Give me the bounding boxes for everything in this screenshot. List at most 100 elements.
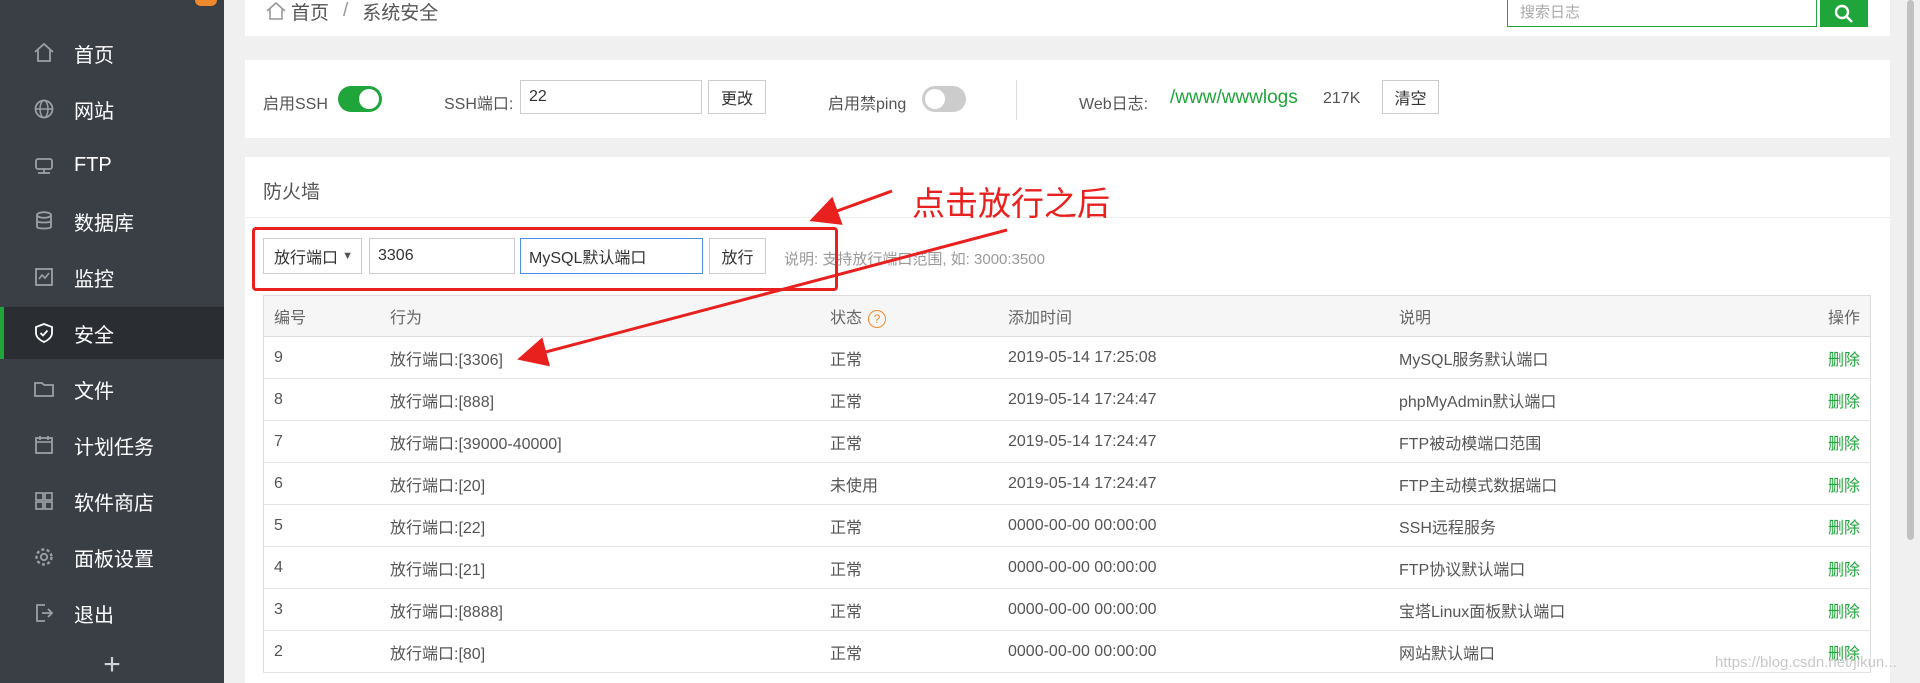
delete-link[interactable]: 删除 bbox=[1770, 546, 1871, 589]
delete-link[interactable]: 删除 bbox=[1770, 378, 1871, 421]
delete-link[interactable]: 删除 bbox=[1770, 420, 1871, 463]
delete-button[interactable]: 删除 bbox=[1828, 436, 1860, 453]
delete-button[interactable]: 删除 bbox=[1828, 520, 1860, 537]
sidebar-item-4[interactable]: 监控 bbox=[0, 251, 224, 303]
delete-button[interactable]: 删除 bbox=[1828, 604, 1860, 621]
ssh-port-input[interactable] bbox=[520, 80, 702, 114]
rule-status: 正常 bbox=[820, 630, 998, 673]
search-icon bbox=[1834, 4, 1853, 23]
col-op: 操作 bbox=[1770, 295, 1871, 337]
search-button[interactable] bbox=[1820, 0, 1868, 27]
rule-action: 放行端口:[22] bbox=[380, 504, 820, 547]
sidebar-item-label: 首页 bbox=[74, 44, 114, 67]
toggle-knob bbox=[359, 89, 379, 109]
scrollbar[interactable] bbox=[1900, 0, 1920, 683]
rule-status: 正常 bbox=[820, 504, 998, 547]
delete-link[interactable]: 删除 bbox=[1770, 504, 1871, 547]
weblog-size: 217K bbox=[1323, 90, 1361, 107]
sidebar-item-label: 数据库 bbox=[74, 212, 134, 235]
breadcrumb-separator: / bbox=[343, 0, 349, 21]
rule-action: 放行端口:[8888] bbox=[380, 588, 820, 631]
rule-time: 0000-00-00 00:00:00 bbox=[998, 588, 1389, 631]
search-input[interactable] bbox=[1518, 0, 1772, 24]
rule-action: 放行端口:[20] bbox=[380, 462, 820, 505]
globe-icon bbox=[32, 97, 56, 121]
ssh-toggle[interactable] bbox=[338, 86, 382, 112]
rule-action: 放行端口:[80] bbox=[380, 630, 820, 673]
rule-status: 正常 bbox=[820, 546, 998, 589]
rule-time: 0000-00-00 00:00:00 bbox=[998, 504, 1389, 547]
change-port-button[interactable]: 更改 bbox=[708, 80, 766, 114]
sidebar-item-5[interactable]: 安全 bbox=[0, 307, 224, 359]
rule-id: 9 bbox=[263, 336, 380, 379]
delete-link[interactable]: 删除 bbox=[1770, 336, 1871, 379]
rule-action: 放行端口:[21] bbox=[380, 546, 820, 589]
rule-status: 正常 bbox=[820, 336, 998, 379]
col-id: 编号 bbox=[263, 295, 380, 337]
divider bbox=[1016, 80, 1017, 120]
table-row: 5 放行端口:[22] 正常 0000-00-00 00:00:00 SSH远程服务 删除 bbox=[263, 504, 1871, 547]
table-header-row: 编号 行为 状态? 添加时间 说明 操作 bbox=[263, 295, 1871, 337]
sidebar-item-0[interactable]: 首页 bbox=[0, 27, 224, 79]
delete-button[interactable]: 删除 bbox=[1828, 478, 1860, 495]
gear-icon bbox=[32, 545, 56, 569]
rule-action: 放行端口:[39000-40000] bbox=[380, 420, 820, 463]
rule-action: 放行端口:[888] bbox=[380, 378, 820, 421]
folder-icon bbox=[32, 377, 56, 401]
add-button[interactable]: + bbox=[0, 650, 224, 683]
rule-action: 放行端口:[3306] bbox=[380, 336, 820, 379]
ftp-icon bbox=[32, 153, 56, 177]
rule-time: 0000-00-00 00:00:00 bbox=[998, 546, 1389, 589]
help-icon[interactable]: ? bbox=[868, 309, 887, 328]
col-status: 状态? bbox=[820, 295, 998, 337]
sidebar-item-label: 网站 bbox=[74, 100, 114, 123]
sidebar-item-label: 软件商店 bbox=[74, 492, 154, 515]
weblog-label: Web日志: bbox=[1079, 96, 1149, 113]
scrollbar-thumb[interactable] bbox=[1907, 0, 1914, 540]
rule-time: 2019-05-14 17:24:47 bbox=[998, 378, 1389, 421]
rule-id: 4 bbox=[263, 546, 380, 589]
sidebar-item-label: 计划任务 bbox=[74, 436, 154, 459]
sidebar-item-7[interactable]: 计划任务 bbox=[0, 419, 224, 471]
home-icon[interactable] bbox=[265, 1, 287, 21]
ping-label: 启用禁ping bbox=[828, 96, 907, 113]
delete-link[interactable]: 删除 bbox=[1770, 588, 1871, 631]
sidebar-item-1[interactable]: 网站 bbox=[0, 83, 224, 135]
sidebar-item-label: 安全 bbox=[74, 324, 114, 347]
ping-toggle[interactable] bbox=[922, 86, 966, 112]
sidebar-item-label: FTP bbox=[74, 153, 112, 176]
sidebar-item-3[interactable]: 数据库 bbox=[0, 195, 224, 247]
ssh-enable-label: 启用SSH bbox=[263, 96, 328, 113]
clear-log-button[interactable]: 清空 bbox=[1382, 80, 1439, 114]
sidebar-item-10[interactable]: 退出 bbox=[0, 587, 224, 639]
sidebar: 首页网站 FTP 数据库监控安全文件计划任务软件商店面板设置 退出 + bbox=[0, 0, 224, 683]
rule-time: 2019-05-14 17:24:47 bbox=[998, 420, 1389, 463]
rule-desc: MySQL服务默认端口 bbox=[1389, 336, 1770, 379]
col-action: 行为 bbox=[380, 295, 820, 337]
delete-button[interactable]: 删除 bbox=[1828, 352, 1860, 369]
rule-desc: 宝塔Linux面板默认端口 bbox=[1389, 588, 1770, 631]
table-row: 2 放行端口:[80] 正常 0000-00-00 00:00:00 网站默认端口 删除 bbox=[263, 630, 1871, 673]
table-row: 8 放行端口:[888] 正常 2019-05-14 17:24:47 phpMyAdm… bbox=[263, 378, 1871, 421]
delete-button[interactable]: 删除 bbox=[1828, 394, 1860, 411]
search-box bbox=[1507, 0, 1817, 27]
delete-button[interactable]: 删除 bbox=[1828, 562, 1860, 579]
weblog-path[interactable]: /www/wwwlogs bbox=[1170, 87, 1298, 109]
rule-status: 正常 bbox=[820, 420, 998, 463]
breadcrumb-home[interactable]: 首页 bbox=[291, 0, 329, 25]
firewall-title: 防火墙 bbox=[263, 182, 321, 203]
breadcrumb: 首页 / 系统安全 bbox=[265, 0, 438, 25]
sidebar-item-6[interactable]: 文件 bbox=[0, 363, 224, 415]
col-status-label: 状态 bbox=[830, 310, 863, 327]
notification-badge bbox=[195, 0, 217, 6]
rule-time: 2019-05-14 17:25:08 bbox=[998, 336, 1389, 379]
sidebar-item-2[interactable]: FTP bbox=[0, 139, 224, 191]
ssh-panel: 启用SSH SSH端口: 更改 启用禁ping Web日志: /www/wwwl… bbox=[245, 60, 1890, 138]
sidebar-item-9[interactable]: 面板设置 bbox=[0, 531, 224, 583]
home-icon bbox=[32, 41, 56, 65]
rule-desc: phpMyAdmin默认端口 bbox=[1389, 378, 1770, 421]
top-bar: 首页 / 系统安全 bbox=[245, 0, 1890, 36]
delete-link[interactable]: 删除 bbox=[1770, 462, 1871, 505]
sidebar-item-8[interactable]: 软件商店 bbox=[0, 475, 224, 527]
watermark: https://blog.csdn.net/jikun... bbox=[1715, 654, 1897, 671]
